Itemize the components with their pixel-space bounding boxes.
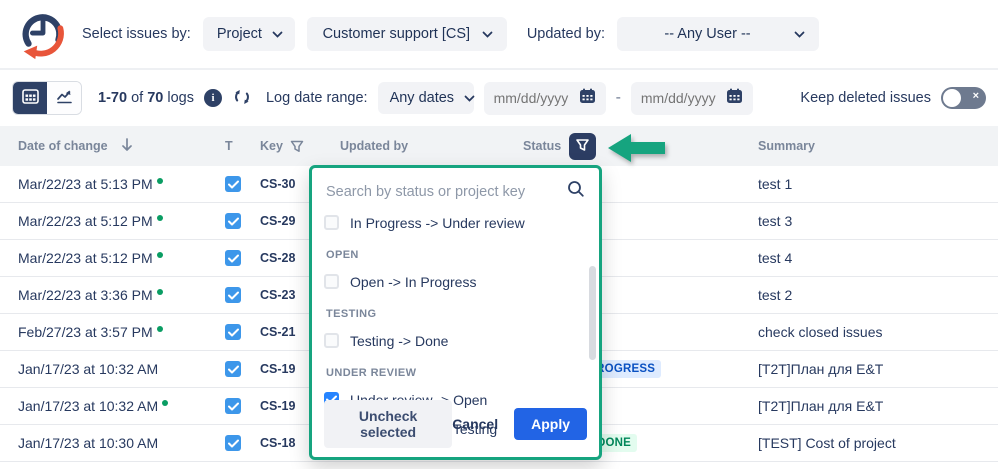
summary-cell: [TEST] Cost of project [758, 435, 896, 451]
date-of-change: Mar/22/23 at 5:12 PM [18, 213, 153, 229]
date-range-separator: - [615, 89, 621, 106]
keep-deleted-label: Keep deleted issues [800, 90, 931, 106]
summary-cell: [T2T]План для E&T [758, 361, 884, 377]
summary-cell: check closed issues [758, 324, 883, 340]
row-checkbox[interactable] [225, 176, 241, 192]
date-of-change: Mar/22/23 at 5:12 PM [18, 250, 153, 266]
new-log-dot [156, 289, 163, 295]
top-filter-bar: Select issues by: Project Customer suppo… [0, 0, 998, 70]
chart-view-icon [56, 89, 73, 107]
date-from-input[interactable] [493, 90, 570, 106]
status-filter-popup: In Progress -> Under review OPEN Open ->… [309, 165, 602, 460]
keep-deleted-control: Keep deleted issues × [800, 87, 986, 109]
date-of-change: Jan/17/23 at 10:32 AM [18, 361, 159, 377]
table-header: Date of change T Key Updated by Status S… [0, 126, 998, 166]
row-checkbox[interactable] [225, 287, 241, 303]
column-header-key[interactable]: Key [260, 139, 340, 153]
app-window: Select issues by: Project Customer suppo… [0, 0, 998, 469]
log-date-range-label: Log date range: [265, 90, 368, 106]
popup-footer: Uncheck selected Cancel Apply [324, 400, 587, 448]
sort-down-icon[interactable] [121, 137, 133, 155]
date-of-change: Mar/22/23 at 5:13 PM [18, 176, 153, 192]
chevron-down-icon [464, 90, 475, 106]
filter-option[interactable]: In Progress -> Under review [324, 209, 587, 236]
row-checkbox[interactable] [225, 398, 241, 414]
column-header-updated-by[interactable]: Updated by [340, 139, 523, 153]
select-issues-label: Select issues by: [82, 26, 191, 42]
grid-view-icon [21, 89, 39, 107]
filter-group-header: UNDER REVIEW [326, 367, 417, 379]
popup-scrollbar-thumb[interactable] [589, 266, 596, 360]
row-checkbox[interactable] [225, 324, 241, 340]
summary-cell: test 2 [758, 287, 793, 303]
new-log-dot [156, 215, 163, 221]
filter-group-header: OPEN [326, 249, 359, 261]
calendar-icon[interactable] [726, 88, 743, 109]
chevron-down-icon [272, 26, 283, 42]
new-log-dot [156, 252, 163, 258]
search-icon [567, 180, 585, 203]
refresh-icon [232, 87, 252, 110]
date-of-change: Mar/22/23 at 3:36 PM [18, 287, 153, 303]
chevron-down-icon [482, 26, 493, 42]
grid-view-button[interactable] [13, 82, 47, 114]
date-to-input[interactable] [640, 90, 717, 106]
filter-funnel-icon [575, 138, 590, 155]
summary-cell: test 1 [758, 176, 793, 192]
date-of-change: Jan/17/23 at 10:30 AM [18, 435, 159, 451]
cancel-button[interactable]: Cancel [452, 416, 498, 432]
date-of-change: Feb/27/23 at 3:57 PM [18, 324, 153, 340]
uncheck-selected-button[interactable]: Uncheck selected [324, 400, 453, 448]
filter-group-header: TESTING [326, 308, 377, 320]
new-log-dot [162, 400, 169, 406]
filter-option[interactable]: Open -> In Progress [324, 268, 587, 295]
toggle-off-icon: × [972, 90, 979, 102]
app-logo-clock-icon [16, 7, 70, 61]
status-filter-button[interactable] [569, 132, 597, 160]
summary-cell: test 3 [758, 213, 793, 229]
date-preset-dropdown[interactable]: Any dates [377, 82, 475, 114]
column-header-date[interactable]: Date of change [0, 137, 225, 155]
calendar-icon[interactable] [579, 88, 596, 109]
row-checkbox[interactable] [225, 435, 241, 451]
apply-button[interactable]: Apply [514, 408, 587, 440]
chevron-down-icon [794, 26, 805, 42]
toggle-knob [943, 89, 961, 107]
status-search-input[interactable] [326, 183, 559, 200]
row-checkbox[interactable] [225, 250, 241, 266]
summary-cell: test 4 [758, 250, 793, 266]
project-dropdown[interactable]: Customer support [CS] [306, 17, 507, 51]
annotation-arrow-icon [606, 131, 668, 170]
summary-cell: [T2T]План для E&T [758, 398, 884, 414]
row-checkbox[interactable] [225, 361, 241, 377]
column-header-summary[interactable]: Summary [758, 139, 998, 153]
info-icon[interactable]: i [203, 89, 222, 107]
date-to-field[interactable] [630, 81, 753, 115]
user-dropdown[interactable]: -- Any User -- [617, 17, 820, 51]
filter-option[interactable]: Testing -> Done [324, 327, 587, 354]
new-log-dot [156, 178, 163, 184]
issue-selector-dropdown[interactable]: Project [202, 17, 295, 51]
updated-by-label: Updated by: [526, 26, 606, 42]
keep-deleted-toggle[interactable]: × [941, 87, 986, 109]
new-log-dot [156, 326, 163, 332]
view-switcher [12, 81, 82, 115]
column-header-type[interactable]: T [225, 139, 260, 153]
log-toolbar: 1-70 of 70 logs i Log date range: Any da… [0, 70, 998, 126]
refresh-button[interactable] [232, 87, 252, 110]
date-from-field[interactable] [483, 81, 606, 115]
checkbox-unchecked-icon[interactable] [324, 333, 339, 348]
popup-search-row [324, 176, 587, 209]
key-filter-icon[interactable] [290, 140, 304, 153]
logs-count: 1-70 of 70 logs [98, 90, 194, 106]
checkbox-unchecked-icon[interactable] [324, 274, 339, 289]
checkbox-unchecked-icon[interactable] [324, 215, 339, 230]
chart-view-button[interactable] [47, 82, 81, 114]
date-of-change: Jan/17/23 at 10:32 AM [18, 398, 159, 414]
row-checkbox[interactable] [225, 213, 241, 229]
